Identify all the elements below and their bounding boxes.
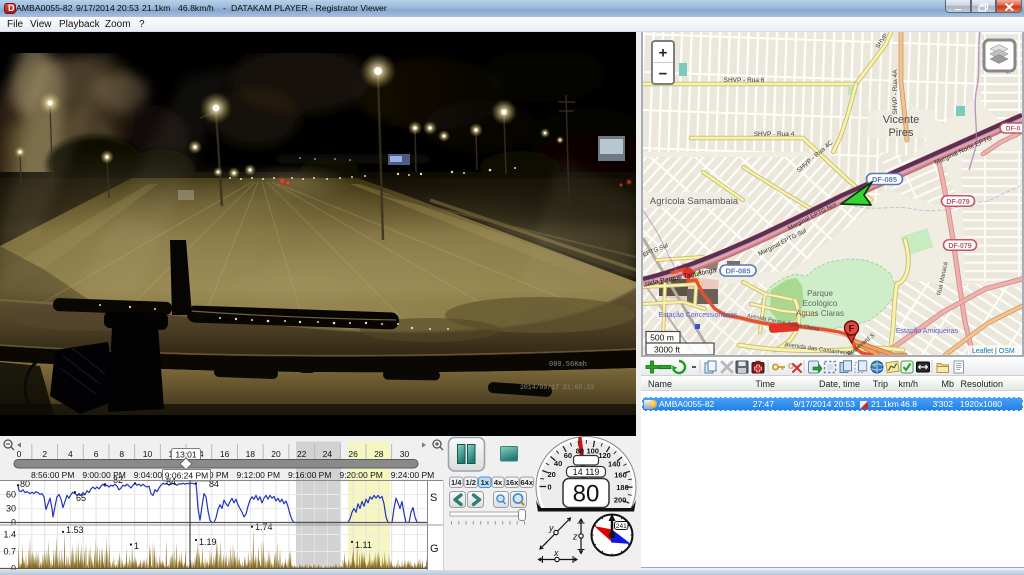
- svg-text:16: 16: [220, 449, 230, 459]
- svg-text:9:12:00 PM: 9:12:00 PM: [237, 470, 280, 480]
- svg-text:8:56:00 PM: 8:56:00 PM: [31, 470, 74, 480]
- svg-text:F: F: [849, 324, 855, 334]
- svg-text:SHVP - Rua 6: SHVP - Rua 6: [724, 77, 765, 84]
- svg-text:080.56Kmh: 080.56Kmh: [549, 361, 587, 369]
- svg-text:Agrícola Samambaia: Agrícola Samambaia: [650, 196, 739, 207]
- svg-text:26: 26: [348, 449, 358, 459]
- svg-text:160: 160: [614, 471, 627, 480]
- svg-text:1.4: 1.4: [3, 530, 16, 540]
- svg-text:200: 200: [614, 496, 627, 505]
- svg-text:Leaflet | OSM: Leaflet | OSM: [972, 348, 1015, 355]
- svg-text:−: −: [659, 66, 668, 83]
- svg-text:4x: 4x: [494, 478, 503, 487]
- svg-text:Ecológico: Ecológico: [803, 299, 838, 308]
- svg-text:SHVP - Rua 4A: SHVP - Rua 4A: [892, 69, 899, 115]
- svg-text:140: 140: [608, 459, 621, 468]
- svg-text:20: 20: [271, 449, 281, 459]
- svg-text:DF-085: DF-085: [872, 175, 897, 184]
- svg-text:2014/09/17 21:05:23: 2014/09/17 21:05:23: [520, 384, 594, 391]
- svg-text:28: 28: [374, 449, 384, 459]
- svg-text:3000 ft: 3000 ft: [654, 345, 681, 355]
- svg-text:1.19: 1.19: [199, 537, 217, 547]
- svg-text:180: 180: [616, 483, 629, 492]
- svg-text:60: 60: [6, 490, 16, 500]
- svg-text:14 119: 14 119: [573, 467, 600, 477]
- svg-text:80: 80: [573, 481, 600, 508]
- svg-text:30: 30: [400, 449, 410, 459]
- svg-text:40: 40: [554, 459, 562, 468]
- svg-text:65: 65: [76, 493, 86, 503]
- svg-text:9:16:00 PM: 9:16:00 PM: [288, 470, 331, 480]
- svg-text:DF-079: DF-079: [946, 199, 969, 206]
- svg-text:S: S: [430, 492, 437, 504]
- svg-text:1/4: 1/4: [451, 478, 462, 487]
- svg-text:2: 2: [42, 449, 47, 459]
- svg-text:1/2: 1/2: [466, 478, 476, 487]
- svg-text:241: 241: [616, 523, 627, 530]
- svg-text:1x: 1x: [481, 478, 490, 487]
- svg-text:+: +: [659, 45, 668, 62]
- svg-text:9:24:00 PM: 9:24:00 PM: [391, 470, 434, 480]
- svg-text:1.53: 1.53: [66, 525, 84, 535]
- svg-text:10: 10: [143, 449, 153, 459]
- svg-text:y: y: [548, 523, 554, 533]
- svg-text:16x: 16x: [506, 478, 519, 487]
- svg-text:20: 20: [548, 470, 556, 479]
- svg-text:DF-079: DF-079: [948, 243, 971, 250]
- svg-text:60: 60: [564, 451, 572, 460]
- svg-text:Estação Concessionárias: Estação Concessionárias: [659, 312, 738, 319]
- svg-text:22: 22: [297, 449, 307, 459]
- svg-text:24: 24: [323, 449, 333, 459]
- svg-text:0: 0: [547, 483, 551, 492]
- svg-text:100: 100: [586, 447, 599, 456]
- svg-text:G: G: [430, 543, 439, 555]
- svg-text:4: 4: [68, 449, 73, 459]
- svg-text:Vicente: Vicente: [883, 114, 920, 126]
- svg-text:Águas Claras: Águas Claras: [796, 309, 844, 318]
- svg-text:Estação Arniqueiras: Estação Arniqueiras: [896, 328, 959, 335]
- svg-text:x: x: [553, 548, 559, 558]
- svg-text:DF-0: DF-0: [1006, 126, 1021, 133]
- svg-text:0.7: 0.7: [3, 547, 16, 557]
- svg-text:64x: 64x: [520, 478, 533, 487]
- svg-text:1: 1: [134, 541, 139, 551]
- svg-text:1.74: 1.74: [255, 522, 273, 532]
- svg-text:z: z: [572, 532, 578, 542]
- svg-text:18: 18: [246, 449, 256, 459]
- svg-text:6: 6: [94, 449, 99, 459]
- svg-text:0: 0: [17, 449, 22, 459]
- svg-text:DF-085: DF-085: [725, 266, 750, 275]
- svg-text:Parque: Parque: [807, 289, 833, 298]
- svg-text:80: 80: [576, 447, 584, 456]
- svg-text:30: 30: [6, 504, 16, 514]
- svg-text:Pires: Pires: [888, 127, 914, 139]
- svg-text:SHVP - Rua 4: SHVP - Rua 4: [754, 131, 795, 138]
- svg-text:84: 84: [166, 477, 176, 487]
- svg-text:8: 8: [119, 449, 124, 459]
- svg-text:1.11: 1.11: [355, 540, 372, 550]
- svg-text:9:20:00 PM: 9:20:00 PM: [339, 470, 382, 480]
- svg-text:500 m: 500 m: [650, 333, 674, 343]
